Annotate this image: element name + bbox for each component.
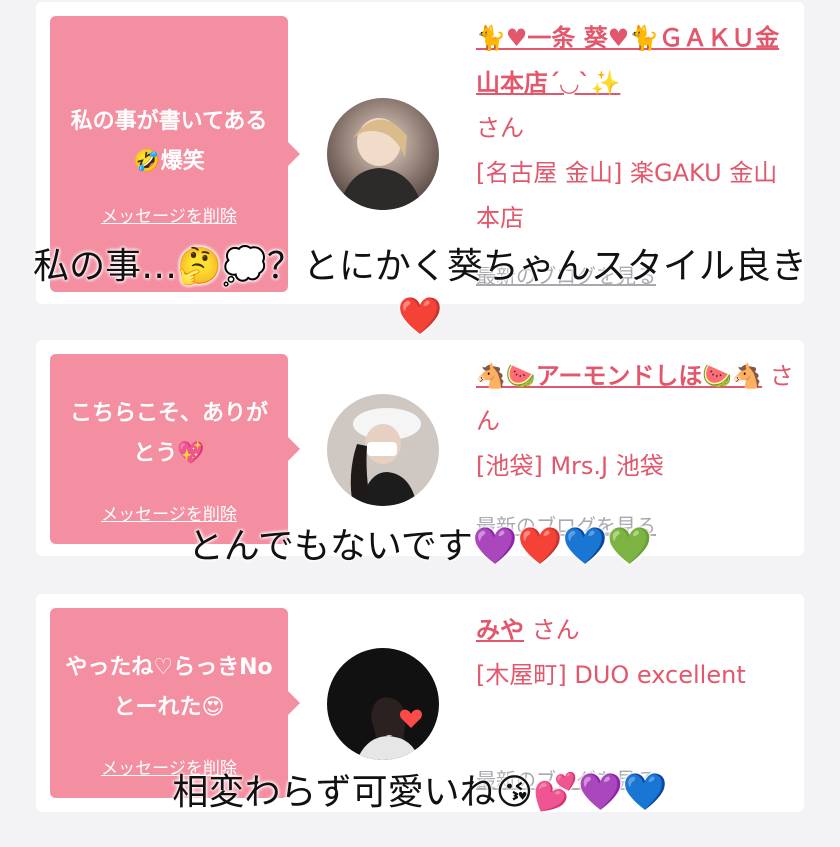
message-text: 私の事が書いてある🤣爆笑	[70, 109, 268, 174]
cast-info: 🐴🍉アーモンドしほ🍉🐴 さん [池袋] Mrs.J 池袋	[476, 354, 796, 489]
avatar[interactable]	[327, 98, 439, 210]
cast-info: 🐈♥一条 葵♥🐈ＧＡＫＵ金山本店´◡`✨ さん [名古屋 金山] 楽GAKU 金…	[476, 16, 796, 241]
shop-info: [名古屋 金山] 楽GAKU 金山本店	[476, 159, 778, 232]
shop-info: [木屋町] DUO excellent	[476, 661, 746, 689]
shop-info: [池袋] Mrs.J 池袋	[476, 452, 664, 480]
user-photo-icon	[327, 98, 439, 210]
honorific: さん	[476, 114, 524, 142]
overlay-caption: 相変わらず可愛いね😘💕💜💙	[172, 772, 668, 813]
cast-name-link[interactable]: 🐈♥一条 葵♥🐈ＧＡＫＵ金山本店´◡`✨	[476, 24, 779, 97]
message-text: やったね♡らっきNoとーれた😍	[65, 655, 273, 720]
cast-name-link[interactable]: 🐴🍉アーモンドしほ🍉🐴	[476, 362, 762, 390]
cast-info: みや さん [木屋町] DUO excellent	[476, 608, 796, 698]
cast-name-link[interactable]: みや	[476, 616, 524, 644]
avatar[interactable]	[327, 648, 439, 760]
message-text: こちらこそ、ありがとう💖	[69, 401, 268, 466]
honorific: さん	[531, 616, 580, 644]
delete-message-link[interactable]: メッセージを削除	[50, 202, 288, 227]
avatar[interactable]	[327, 394, 439, 506]
overlay-caption: 私の事…🤔💭？とにかく葵ちゃんスタイル良き❤️	[33, 246, 807, 337]
message-bubble: こちらこそ、ありがとう💖 メッセージを削除	[50, 354, 300, 544]
overlay-caption: とんでもないです💜❤️💙💚	[187, 526, 653, 567]
user-photo-icon	[327, 648, 439, 760]
user-photo-icon	[327, 394, 439, 506]
